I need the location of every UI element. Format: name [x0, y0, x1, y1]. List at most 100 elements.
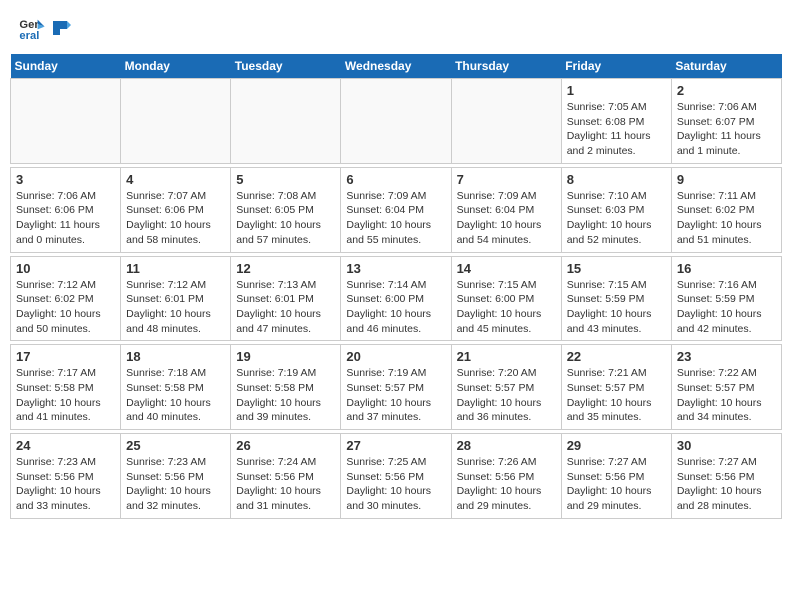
day-info: Sunrise: 7:19 AM Sunset: 5:58 PM Dayligh… [236, 366, 335, 425]
day-number: 27 [346, 438, 445, 453]
logo-flag-icon [49, 17, 71, 39]
logo-icon: Gen eral [18, 14, 46, 42]
calendar-cell: 17 Sunrise: 7:17 AM Sunset: 5:58 PM Dayli… [11, 345, 121, 430]
calendar-cell: 21 Sunrise: 7:20 AM Sunset: 5:57 PM Dayli… [451, 345, 561, 430]
day-number: 21 [457, 349, 556, 364]
day-info: Sunrise: 7:23 AM Sunset: 5:56 PM Dayligh… [16, 455, 115, 514]
day-info: Sunrise: 7:06 AM Sunset: 6:07 PM Dayligh… [677, 100, 776, 159]
calendar-cell: 5 Sunrise: 7:08 AM Sunset: 6:05 PM Daylig… [231, 167, 341, 252]
calendar-cell: 23Sunrise: 7:22 AM Sunset: 5:57 PM Dayli… [671, 345, 781, 430]
day-number: 20 [346, 349, 445, 364]
day-number: 16 [677, 261, 776, 276]
weekday-header-tuesday: Tuesday [231, 54, 341, 79]
day-info: Sunrise: 7:24 AM Sunset: 5:56 PM Dayligh… [236, 455, 335, 514]
day-number: 9 [677, 172, 776, 187]
calendar-cell: 19 Sunrise: 7:19 AM Sunset: 5:58 PM Dayli… [231, 345, 341, 430]
day-number: 2 [677, 83, 776, 98]
page-header: Gen eral [10, 10, 782, 46]
calendar-cell: 28 Sunrise: 7:26 AM Sunset: 5:56 PM Dayli… [451, 434, 561, 519]
calendar-cell: 8 Sunrise: 7:10 AM Sunset: 6:03 PM Daylig… [561, 167, 671, 252]
calendar-week-2: 3 Sunrise: 7:06 AM Sunset: 6:06 PM Daylig… [11, 167, 782, 252]
day-number: 4 [126, 172, 225, 187]
calendar-cell: 26 Sunrise: 7:24 AM Sunset: 5:56 PM Dayli… [231, 434, 341, 519]
day-number: 13 [346, 261, 445, 276]
calendar-cell: 6 Sunrise: 7:09 AM Sunset: 6:04 PM Daylig… [341, 167, 451, 252]
calendar-cell: 24 Sunrise: 7:23 AM Sunset: 5:56 PM Dayli… [11, 434, 121, 519]
calendar-cell: 13 Sunrise: 7:14 AM Sunset: 6:00 PM Dayli… [341, 256, 451, 341]
day-number: 19 [236, 349, 335, 364]
calendar-cell: 22Sunrise: 7:21 AM Sunset: 5:57 PM Dayli… [561, 345, 671, 430]
calendar-cell: 4Sunrise: 7:07 AM Sunset: 6:06 PM Daylig… [121, 167, 231, 252]
calendar-cell: 20 Sunrise: 7:19 AM Sunset: 5:57 PM Dayli… [341, 345, 451, 430]
calendar-cell: 15 Sunrise: 7:15 AM Sunset: 5:59 PM Dayli… [561, 256, 671, 341]
calendar-cell: 3 Sunrise: 7:06 AM Sunset: 6:06 PM Daylig… [11, 167, 121, 252]
day-number: 25 [126, 438, 225, 453]
day-info: Sunrise: 7:21 AM Sunset: 5:57 PM Dayligh… [567, 366, 666, 425]
day-number: 15 [567, 261, 666, 276]
day-info: Sunrise: 7:09 AM Sunset: 6:04 PM Dayligh… [457, 189, 556, 248]
calendar-cell: 29Sunrise: 7:27 AM Sunset: 5:56 PM Dayli… [561, 434, 671, 519]
day-info: Sunrise: 7:16 AM Sunset: 5:59 PM Dayligh… [677, 278, 776, 337]
day-info: Sunrise: 7:10 AM Sunset: 6:03 PM Dayligh… [567, 189, 666, 248]
day-info: Sunrise: 7:17 AM Sunset: 5:58 PM Dayligh… [16, 366, 115, 425]
day-number: 8 [567, 172, 666, 187]
day-number: 1 [567, 83, 666, 98]
logo: Gen eral [18, 14, 72, 42]
weekday-header-monday: Monday [121, 54, 231, 79]
calendar-cell [121, 79, 231, 164]
calendar-cell: 30 Sunrise: 7:27 AM Sunset: 5:56 PM Dayli… [671, 434, 781, 519]
day-number: 5 [236, 172, 335, 187]
day-info: Sunrise: 7:13 AM Sunset: 6:01 PM Dayligh… [236, 278, 335, 337]
day-number: 29 [567, 438, 666, 453]
day-info: Sunrise: 7:08 AM Sunset: 6:05 PM Dayligh… [236, 189, 335, 248]
day-number: 30 [677, 438, 776, 453]
calendar-cell: 18 Sunrise: 7:18 AM Sunset: 5:58 PM Dayli… [121, 345, 231, 430]
weekday-header-row: SundayMondayTuesdayWednesdayThursdayFrid… [11, 54, 782, 79]
day-info: Sunrise: 7:15 AM Sunset: 5:59 PM Dayligh… [567, 278, 666, 337]
day-number: 28 [457, 438, 556, 453]
day-info: Sunrise: 7:20 AM Sunset: 5:57 PM Dayligh… [457, 366, 556, 425]
day-info: Sunrise: 7:19 AM Sunset: 5:57 PM Dayligh… [346, 366, 445, 425]
svg-text:eral: eral [19, 30, 39, 42]
calendar-week-1: 1 Sunrise: 7:05 AM Sunset: 6:08 PM Daylig… [11, 79, 782, 164]
day-info: Sunrise: 7:23 AM Sunset: 5:56 PM Dayligh… [126, 455, 225, 514]
day-number: 14 [457, 261, 556, 276]
calendar-cell: 27 Sunrise: 7:25 AM Sunset: 5:56 PM Dayli… [341, 434, 451, 519]
day-info: Sunrise: 7:15 AM Sunset: 6:00 PM Dayligh… [457, 278, 556, 337]
calendar-week-4: 17 Sunrise: 7:17 AM Sunset: 5:58 PM Dayli… [11, 345, 782, 430]
calendar-cell: 9Sunrise: 7:11 AM Sunset: 6:02 PM Daylig… [671, 167, 781, 252]
day-info: Sunrise: 7:05 AM Sunset: 6:08 PM Dayligh… [567, 100, 666, 159]
calendar-cell [11, 79, 121, 164]
day-info: Sunrise: 7:12 AM Sunset: 6:01 PM Dayligh… [126, 278, 225, 337]
calendar-cell: 25 Sunrise: 7:23 AM Sunset: 5:56 PM Dayli… [121, 434, 231, 519]
day-info: Sunrise: 7:09 AM Sunset: 6:04 PM Dayligh… [346, 189, 445, 248]
day-number: 18 [126, 349, 225, 364]
day-info: Sunrise: 7:25 AM Sunset: 5:56 PM Dayligh… [346, 455, 445, 514]
day-info: Sunrise: 7:18 AM Sunset: 5:58 PM Dayligh… [126, 366, 225, 425]
day-info: Sunrise: 7:12 AM Sunset: 6:02 PM Dayligh… [16, 278, 115, 337]
day-info: Sunrise: 7:26 AM Sunset: 5:56 PM Dayligh… [457, 455, 556, 514]
day-number: 11 [126, 261, 225, 276]
calendar-week-5: 24 Sunrise: 7:23 AM Sunset: 5:56 PM Dayli… [11, 434, 782, 519]
day-info: Sunrise: 7:27 AM Sunset: 5:56 PM Dayligh… [677, 455, 776, 514]
calendar-cell: 11 Sunrise: 7:12 AM Sunset: 6:01 PM Dayli… [121, 256, 231, 341]
day-info: Sunrise: 7:14 AM Sunset: 6:00 PM Dayligh… [346, 278, 445, 337]
day-info: Sunrise: 7:06 AM Sunset: 6:06 PM Dayligh… [16, 189, 115, 248]
day-number: 24 [16, 438, 115, 453]
calendar-cell: 16 Sunrise: 7:16 AM Sunset: 5:59 PM Dayli… [671, 256, 781, 341]
day-number: 17 [16, 349, 115, 364]
calendar-cell [231, 79, 341, 164]
day-number: 3 [16, 172, 115, 187]
day-number: 10 [16, 261, 115, 276]
weekday-header-wednesday: Wednesday [341, 54, 451, 79]
calendar-cell: 10 Sunrise: 7:12 AM Sunset: 6:02 PM Dayli… [11, 256, 121, 341]
day-number: 12 [236, 261, 335, 276]
day-info: Sunrise: 7:22 AM Sunset: 5:57 PM Dayligh… [677, 366, 776, 425]
calendar-cell [341, 79, 451, 164]
day-number: 26 [236, 438, 335, 453]
weekday-header-thursday: Thursday [451, 54, 561, 79]
calendar-cell: 1 Sunrise: 7:05 AM Sunset: 6:08 PM Daylig… [561, 79, 671, 164]
weekday-header-saturday: Saturday [671, 54, 781, 79]
day-number: 6 [346, 172, 445, 187]
day-number: 7 [457, 172, 556, 187]
